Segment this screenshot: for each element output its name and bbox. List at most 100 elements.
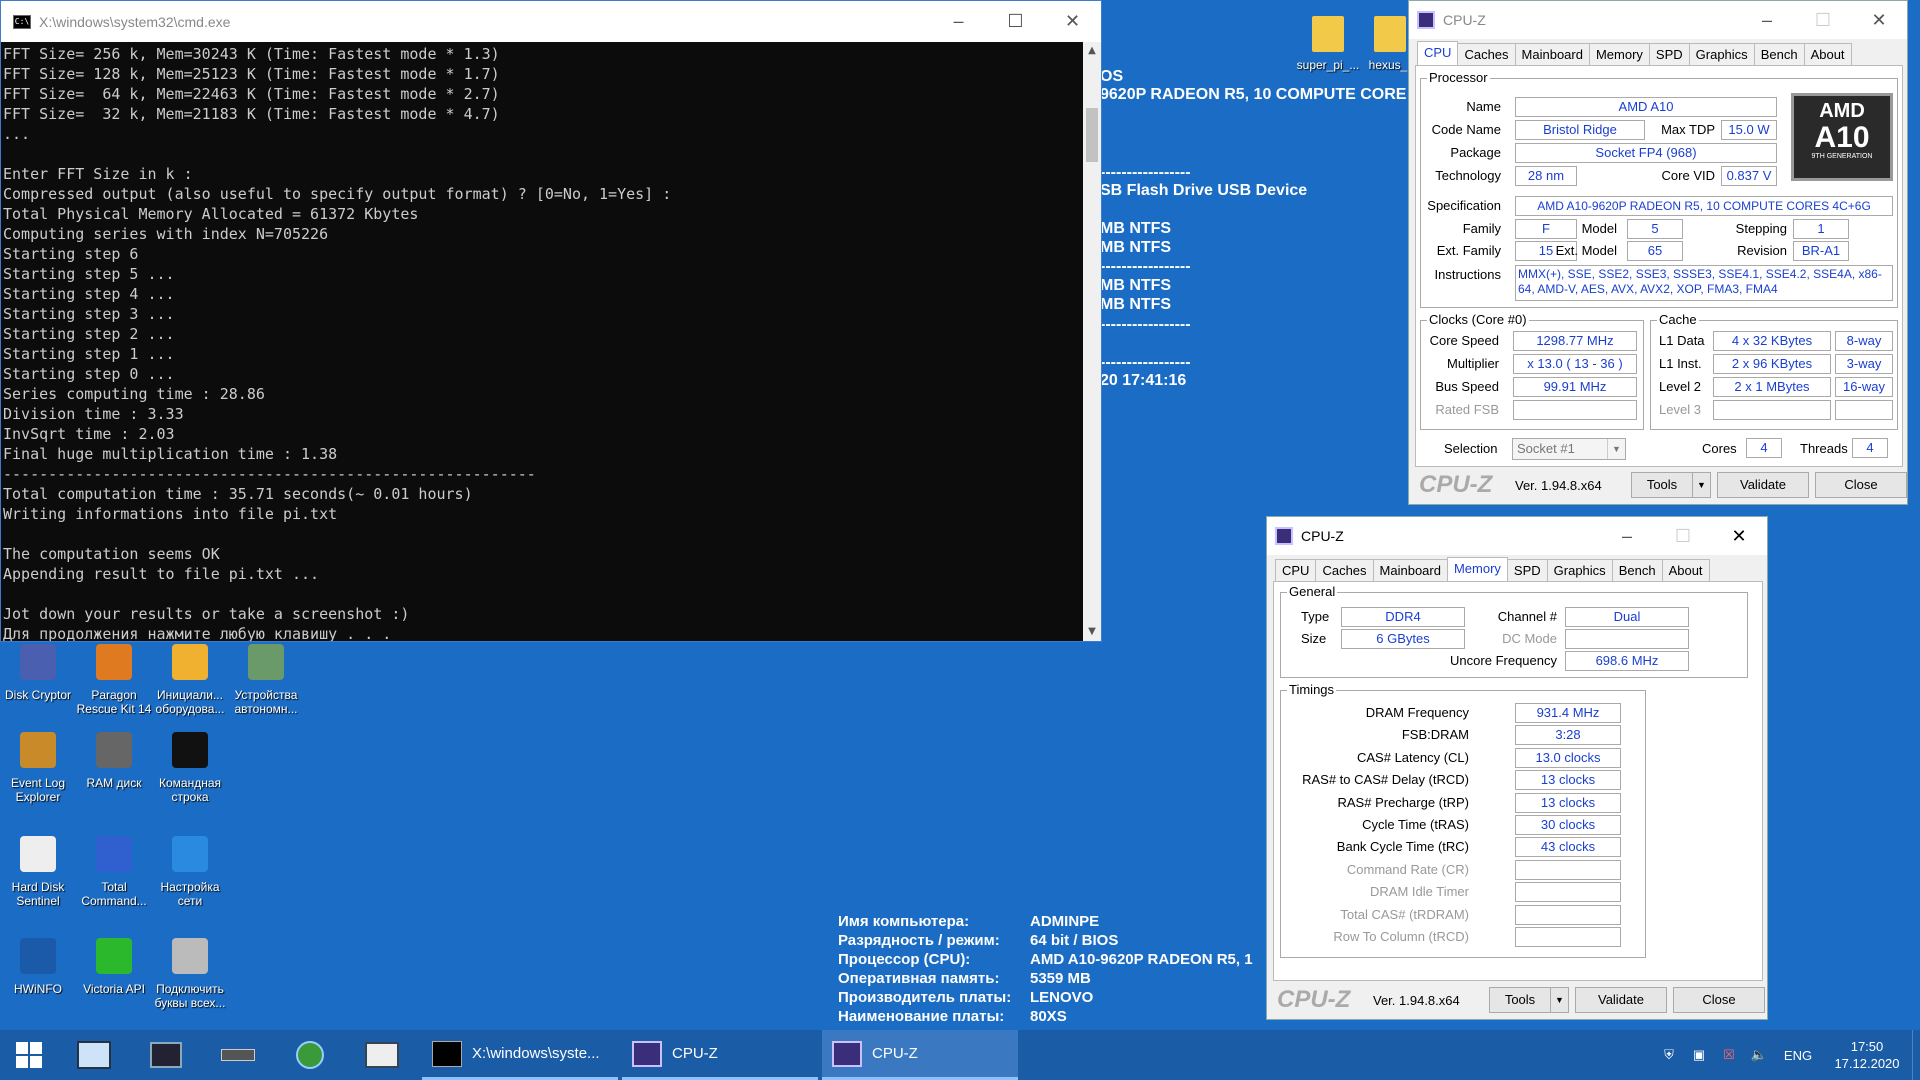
- timing-value: [1515, 882, 1621, 903]
- console-line: Jot down your results or take a screensh…: [3, 605, 410, 623]
- close-button[interactable]: Close: [1673, 987, 1765, 1013]
- network-tray-icon[interactable]: ▣: [1684, 1047, 1714, 1063]
- tab-memory[interactable]: Memory: [1446, 557, 1508, 581]
- cmd-titlebar[interactable]: C:\ X:\windows\system32\cmd.exe – ☐ ✕: [1, 1, 1101, 42]
- close-button[interactable]: ✕: [1044, 1, 1101, 42]
- desktop-icon-hwinfo[interactable]: HWiNFO: [0, 934, 76, 996]
- cpuz-window-memory[interactable]: CPU-Z – ☐ ✕ CPU Caches Mainboard Memory SPD G…: [1266, 516, 1768, 1020]
- vertical-scrollbar[interactable]: ▲ ▼: [1083, 42, 1101, 641]
- cmd-window[interactable]: C:\ X:\windows\system32\cmd.exe – ☐ ✕ FF…: [0, 0, 1102, 642]
- close-button[interactable]: Close: [1815, 472, 1907, 498]
- tab-graphics[interactable]: Graphics: [1546, 559, 1613, 583]
- desktop-icon-ram-disk[interactable]: RAM диск: [76, 728, 152, 790]
- desktop-icon-event-log[interactable]: Event Log Explorer: [0, 728, 76, 804]
- minimize-button[interactable]: –: [1739, 1, 1795, 39]
- tab-mainboard[interactable]: Mainboard: [1514, 43, 1590, 67]
- network-x-icon[interactable]: ☒: [1714, 1047, 1744, 1063]
- tab-bench[interactable]: Bench: [1753, 43, 1805, 67]
- tools-button[interactable]: Tools ▼: [1631, 472, 1711, 498]
- cpuz-title: CPU-Z: [1443, 12, 1486, 28]
- taskbar-pin-computer[interactable]: [58, 1030, 130, 1080]
- cpuz-titlebar[interactable]: CPU-Z – ☐ ✕: [1409, 1, 1907, 39]
- memory-tab-pane: General Type DDR4 Size 6 GBytes Channel …: [1273, 581, 1763, 981]
- desktop-icon-cmd[interactable]: Командная строка: [152, 728, 228, 804]
- cmd-title: X:\windows\system32\cmd.exe: [39, 13, 231, 30]
- bg-separator: -----------------: [1100, 354, 1191, 371]
- taskbar-app-cpuz[interactable]: CPU-Z: [622, 1030, 818, 1080]
- tab-memory[interactable]: Memory: [1588, 43, 1650, 67]
- tab-caches[interactable]: Caches: [1315, 559, 1374, 583]
- chevron-down-icon[interactable]: ▼: [1692, 473, 1710, 497]
- revision-value: BR-A1: [1793, 241, 1849, 261]
- cpuz-window-cpu[interactable]: CPU-Z – ☐ ✕ CPU Caches Mainboard Memory SPD G…: [1408, 0, 1908, 505]
- desktop-icon-hdd-sentinel[interactable]: Hard Disk Sentinel: [0, 832, 76, 908]
- tab-graphics[interactable]: Graphics: [1688, 43, 1755, 67]
- tab-about[interactable]: About: [1803, 43, 1852, 67]
- shield-icon[interactable]: ⛨: [1654, 1047, 1684, 1063]
- bus-speed-value: 99.91 MHz: [1513, 377, 1637, 397]
- validate-button[interactable]: Validate: [1575, 987, 1667, 1013]
- corevid-value: 0.837 V: [1721, 166, 1777, 186]
- minimize-button[interactable]: –: [1599, 517, 1655, 555]
- tab-bench[interactable]: Bench: [1611, 559, 1663, 583]
- taskbar-app-cpuz[interactable]: CPU-Z: [822, 1030, 1018, 1080]
- desktop-icon-victoria[interactable]: Victoria API: [76, 934, 152, 996]
- console-line: Total computation time : 35.71 seconds(~…: [3, 485, 473, 503]
- dc-mode-value: [1565, 629, 1689, 649]
- taskbar: X:\windows\syste... CPU-Z CPU-Z ⛨ ▣ ☒ 🔈 EN…: [0, 1030, 1920, 1080]
- timing-label: DRAM Idle Timer: [1370, 884, 1469, 900]
- network-settings-icon: [166, 832, 214, 876]
- desktop-icon-diskcryptor[interactable]: Disk Cryptor: [0, 640, 76, 702]
- desktop-icon-connect-drives[interactable]: Подключить буквы всех...: [152, 934, 228, 1010]
- scroll-up-icon[interactable]: ▲: [1083, 42, 1101, 60]
- bg-text-cpu: 9620P RADEON R5, 10 COMPUTE CORE: [1100, 86, 1407, 103]
- maximize-button[interactable]: ☐: [1795, 1, 1851, 39]
- scrollbar-thumb[interactable]: [1086, 108, 1098, 162]
- volume-icon[interactable]: 🔈: [1744, 1047, 1774, 1063]
- desktop-icon-network-settings[interactable]: Настройка сети: [152, 832, 228, 908]
- desktop-icon-hexus[interactable]: hexus_: [1366, 10, 1410, 72]
- socket-select[interactable]: Socket #1 ▼: [1512, 438, 1626, 460]
- console-output[interactable]: FFT Size= 256 k, Mem=30243 K (Time: Fast…: [1, 42, 1083, 641]
- console-line: FFT Size= 64 k, Mem=22463 K (Time: Faste…: [3, 85, 500, 103]
- tab-spd[interactable]: SPD: [1506, 559, 1548, 583]
- cpuz-titlebar[interactable]: CPU-Z – ☐ ✕: [1267, 517, 1767, 555]
- tab-cpu[interactable]: CPU: [1275, 559, 1317, 583]
- tools-button[interactable]: Tools ▼: [1489, 987, 1569, 1013]
- timing-label: RAS# Precharge (tRP): [1337, 794, 1470, 810]
- show-desktop-button[interactable]: [1912, 1030, 1920, 1080]
- timing-value: 931.4 MHz: [1515, 703, 1621, 723]
- maximize-button[interactable]: ☐: [987, 1, 1044, 42]
- tab-cpu[interactable]: CPU: [1417, 41, 1459, 65]
- taskbar-pin-explorer[interactable]: [130, 1030, 202, 1080]
- desktop-icon-total-commander[interactable]: Total Command...: [76, 832, 152, 908]
- validate-button[interactable]: Validate: [1717, 472, 1809, 498]
- tab-caches[interactable]: Caches: [1457, 43, 1516, 67]
- taskbar-app-cmd[interactable]: X:\windows\syste...: [422, 1030, 618, 1080]
- sysinfo-label: Наименование платы:: [838, 1008, 1005, 1025]
- start-button[interactable]: [0, 1030, 58, 1080]
- console-line: The computation seems OK: [3, 545, 220, 563]
- chevron-down-icon[interactable]: ▼: [1550, 988, 1568, 1012]
- clock[interactable]: 17:50 17.12.2020: [1822, 1038, 1912, 1072]
- maximize-button[interactable]: ☐: [1655, 517, 1711, 555]
- taskbar-pin-network[interactable]: [274, 1030, 346, 1080]
- desktop-icon-offline-devices[interactable]: Устройства автономн...: [228, 640, 304, 716]
- desktop-icon-paragon[interactable]: Paragon Rescue Kit 14: [76, 640, 152, 716]
- sysinfo-value: 80XS: [1030, 1008, 1067, 1025]
- desktop-icon-hardware-init[interactable]: Инициали... оборудова...: [152, 640, 228, 716]
- desktop-icon-super-pi[interactable]: super_pi_...: [1290, 10, 1366, 72]
- minimize-button[interactable]: –: [930, 1, 987, 42]
- scroll-down-icon[interactable]: ▼: [1083, 623, 1101, 641]
- taskbar-pin-ram[interactable]: [202, 1030, 274, 1080]
- tab-spd[interactable]: SPD: [1648, 43, 1690, 67]
- taskbar-pin-window[interactable]: [346, 1030, 418, 1080]
- close-button[interactable]: ✕: [1711, 517, 1767, 555]
- timing-value: 13.0 clocks: [1515, 747, 1621, 768]
- language-indicator[interactable]: ENG: [1774, 1048, 1822, 1063]
- close-button[interactable]: ✕: [1851, 1, 1907, 39]
- timing-label: Command Rate (CR): [1346, 861, 1469, 877]
- tab-mainboard[interactable]: Mainboard: [1372, 559, 1448, 583]
- timing-label: CAS# Latency (CL): [1357, 749, 1469, 765]
- tab-about[interactable]: About: [1661, 559, 1710, 583]
